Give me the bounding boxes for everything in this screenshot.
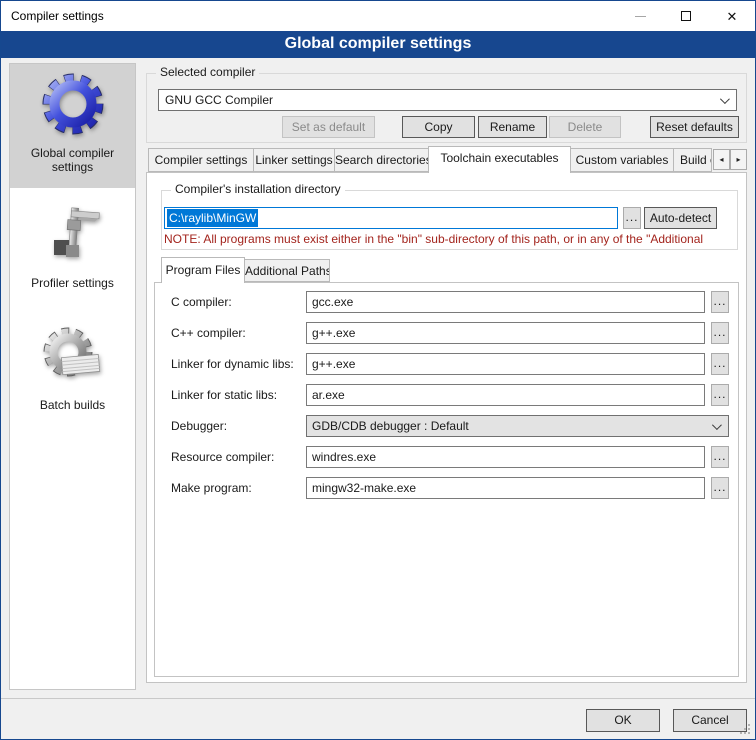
cancel-button[interactable]: Cancel <box>673 709 747 732</box>
copy-button[interactable]: Copy <box>402 116 475 138</box>
chevron-down-icon <box>712 420 722 430</box>
sidebar-item-global-compiler-settings[interactable]: Global compiler settings <box>10 64 135 188</box>
gear-papers-icon <box>41 324 105 388</box>
footer-divider <box>1 698 755 699</box>
close-icon: ✕ <box>727 10 738 23</box>
arrow-left-icon: ◂ <box>719 155 723 164</box>
static-linker-input[interactable]: ar.exe <box>306 384 705 406</box>
debugger-label: Debugger: <box>171 419 227 433</box>
close-button[interactable]: ✕ <box>709 1 755 31</box>
set-as-default-button[interactable]: Set as default <box>282 116 375 138</box>
installation-directory-group-label: Compiler's installation directory <box>171 182 345 196</box>
sidebar-item-label: Profiler settings <box>10 276 135 290</box>
tab-compiler-settings[interactable]: Compiler settings <box>148 148 254 172</box>
tab-toolchain-executables[interactable]: Toolchain executables <box>428 146 571 173</box>
program-files-page: C compiler: gcc.exe ... C++ compiler: g+… <box>154 282 739 677</box>
minimize-button[interactable] <box>617 1 663 31</box>
cpp-compiler-browse-button[interactable]: ... <box>711 322 729 344</box>
cpp-compiler-input[interactable]: g++.exe <box>306 322 705 344</box>
rename-button[interactable]: Rename <box>478 116 547 138</box>
tab-scroll-left-button[interactable]: ◂ <box>713 149 730 170</box>
titlebar: Compiler settings ✕ <box>1 1 755 31</box>
blue-gear-icon <box>41 72 105 136</box>
dynamic-linker-browse-button[interactable]: ... <box>711 353 729 375</box>
static-linker-row: Linker for static libs: ar.exe ... <box>155 384 738 406</box>
cpp-compiler-label: C++ compiler: <box>171 326 246 340</box>
static-linker-label: Linker for static libs: <box>171 388 277 402</box>
ok-button[interactable]: OK <box>586 709 660 732</box>
debugger-row: Debugger: GDB/CDB debugger : Default <box>155 415 738 437</box>
tab-custom-variables[interactable]: Custom variables <box>570 148 674 172</box>
tab-build-options[interactable]: Build options <box>673 148 712 172</box>
sidebar-item-batch-builds[interactable]: Batch builds <box>10 314 135 426</box>
settings-category-sidebar: Global compiler settings <box>9 63 136 690</box>
tab-linker-settings[interactable]: Linker settings <box>253 148 335 172</box>
bin-subdirectory-note: NOTE: All programs must exist either in … <box>164 232 745 247</box>
compiler-select-value: GNU GCC Compiler <box>165 93 273 107</box>
resource-compiler-input[interactable]: windres.exe <box>306 446 705 468</box>
make-program-browse-button[interactable]: ... <box>711 477 729 499</box>
maximize-icon <box>681 11 691 21</box>
c-compiler-row: C compiler: gcc.exe ... <box>155 291 738 313</box>
auto-detect-button[interactable]: Auto-detect <box>644 207 717 229</box>
minimize-icon <box>635 16 646 17</box>
make-program-row: Make program: mingw32-make.exe ... <box>155 477 738 499</box>
dynamic-linker-input[interactable]: g++.exe <box>306 353 705 375</box>
resource-compiler-browse-button[interactable]: ... <box>711 446 729 468</box>
delete-button[interactable]: Delete <box>549 116 621 138</box>
tab-search-directories[interactable]: Search directories <box>334 148 429 172</box>
dynamic-linker-row: Linker for dynamic libs: g++.exe ... <box>155 353 738 375</box>
resource-compiler-row: Resource compiler: windres.exe ... <box>155 446 738 468</box>
static-linker-browse-button[interactable]: ... <box>711 384 729 406</box>
resize-grip[interactable] <box>748 732 750 734</box>
cpp-compiler-row: C++ compiler: g++.exe ... <box>155 322 738 344</box>
sidebar-item-label: Global compiler settings <box>10 146 135 174</box>
installation-directory-value: C:\raylib\MinGW <box>167 209 258 227</box>
subtab-program-files[interactable]: Program Files <box>161 257 245 283</box>
toolchain-executables-page: Compiler's installation directory C:\ray… <box>146 172 747 683</box>
installation-directory-browse-button[interactable]: ... <box>623 207 641 229</box>
page-title: Global compiler settings <box>1 31 755 58</box>
arrow-right-icon: ▸ <box>736 155 740 164</box>
subtab-additional-paths[interactable]: Additional Paths <box>244 259 330 282</box>
make-program-input[interactable]: mingw32-make.exe <box>306 477 705 499</box>
maximize-button[interactable] <box>663 1 709 31</box>
window-title: Compiler settings <box>11 9 104 23</box>
make-program-label: Make program: <box>171 481 252 495</box>
c-compiler-browse-button[interactable]: ... <box>711 291 729 313</box>
compiler-settings-dialog: Compiler settings ✕ Global compiler sett… <box>0 0 756 740</box>
c-compiler-input[interactable]: gcc.exe <box>306 291 705 313</box>
reset-defaults-button[interactable]: Reset defaults <box>650 116 739 138</box>
tab-scroll-right-button[interactable]: ▸ <box>730 149 747 170</box>
debugger-select-value: GDB/CDB debugger : Default <box>312 419 469 433</box>
sidebar-item-profiler-settings[interactable]: Profiler settings <box>10 192 135 302</box>
resource-compiler-label: Resource compiler: <box>171 450 274 464</box>
debugger-select[interactable]: GDB/CDB debugger : Default <box>306 415 729 437</box>
dynamic-linker-label: Linker for dynamic libs: <box>171 357 294 371</box>
installation-directory-input[interactable]: C:\raylib\MinGW <box>164 207 618 229</box>
compiler-select[interactable]: GNU GCC Compiler <box>158 89 737 111</box>
c-compiler-label: C compiler: <box>171 295 232 309</box>
caliper-icon <box>41 202 105 266</box>
chevron-down-icon <box>720 94 730 104</box>
selected-compiler-group-label: Selected compiler <box>156 65 259 79</box>
sidebar-item-label: Batch builds <box>10 398 135 412</box>
